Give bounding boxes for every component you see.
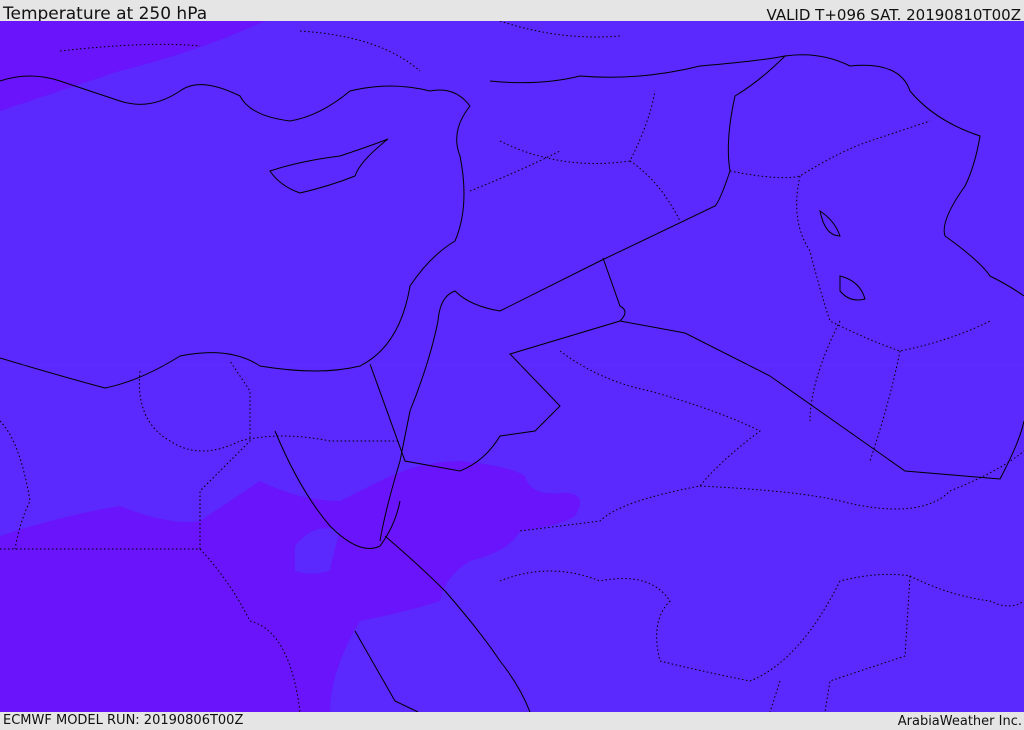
model-run: ECMWF MODEL RUN: 20190806T00Z <box>3 713 244 728</box>
brand-credit: ArabiaWeather Inc. <box>897 714 1022 729</box>
header-bar: Temperature at 250 hPa VALID T+096 SAT. … <box>0 0 1024 24</box>
temperature-map <box>0 21 1024 712</box>
footer-bar: ECMWF MODEL RUN: 20190806T00Z ArabiaWeat… <box>0 712 1024 729</box>
